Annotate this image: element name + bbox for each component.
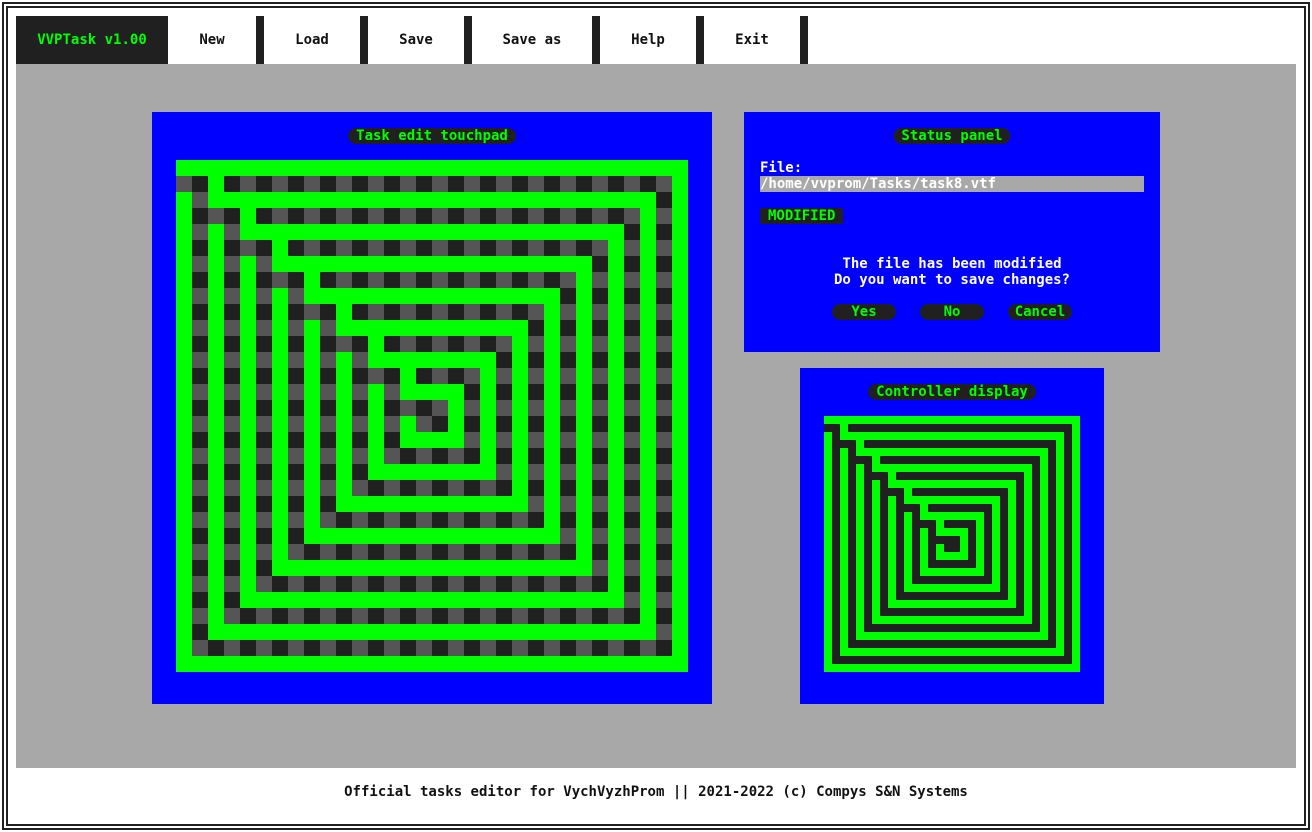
controller-display-title: Controller display bbox=[868, 384, 1036, 400]
cancel-button[interactable]: Cancel bbox=[1008, 304, 1072, 320]
menu-divider bbox=[696, 16, 704, 64]
menu-divider bbox=[464, 16, 472, 64]
menu-divider bbox=[256, 16, 264, 64]
file-label: File: bbox=[760, 160, 803, 176]
controller-display-panel: Controller display bbox=[800, 368, 1104, 704]
menu-save-button[interactable]: Save bbox=[368, 16, 464, 64]
menu-save-as-button[interactable]: Save as bbox=[472, 16, 592, 64]
save-prompt-line1: The file has been modified bbox=[842, 256, 1062, 272]
status-panel: Status panel File: /home/vvprom/Tasks/ta… bbox=[744, 112, 1160, 352]
menu-new-button[interactable]: New bbox=[168, 16, 256, 64]
task-edit-panel: Task edit touchpad bbox=[152, 112, 712, 704]
modified-status-badge: MODIFIED bbox=[760, 208, 844, 224]
app-title: VVPTask v1.00 bbox=[16, 16, 168, 64]
file-path-field: /home/vvprom/Tasks/task8.vtf bbox=[760, 176, 1144, 192]
no-button[interactable]: No bbox=[920, 304, 984, 320]
save-prompt-line2: Do you want to save changes? bbox=[833, 272, 1070, 288]
menu-divider bbox=[360, 16, 368, 64]
menu-load-button[interactable]: Load bbox=[264, 16, 360, 64]
menu-divider bbox=[592, 16, 600, 64]
controller-display-grid bbox=[824, 416, 1080, 672]
task-edit-touchpad-grid[interactable] bbox=[176, 160, 688, 672]
menu-divider bbox=[800, 16, 808, 64]
menu-exit-button[interactable]: Exit bbox=[704, 16, 800, 64]
status-panel-title: Status panel bbox=[893, 128, 1011, 144]
workspace: Task edit touchpad Status panel File: /h… bbox=[16, 64, 1296, 768]
menu-help-button[interactable]: Help bbox=[600, 16, 696, 64]
task-edit-panel-title: Task edit touchpad bbox=[348, 128, 516, 144]
footer-credits: Official tasks editor for VychVyzhProm |… bbox=[16, 768, 1296, 816]
menu-bar: VVPTask v1.00 New Load Save Save as Help… bbox=[16, 16, 1296, 64]
yes-button[interactable]: Yes bbox=[832, 304, 896, 320]
